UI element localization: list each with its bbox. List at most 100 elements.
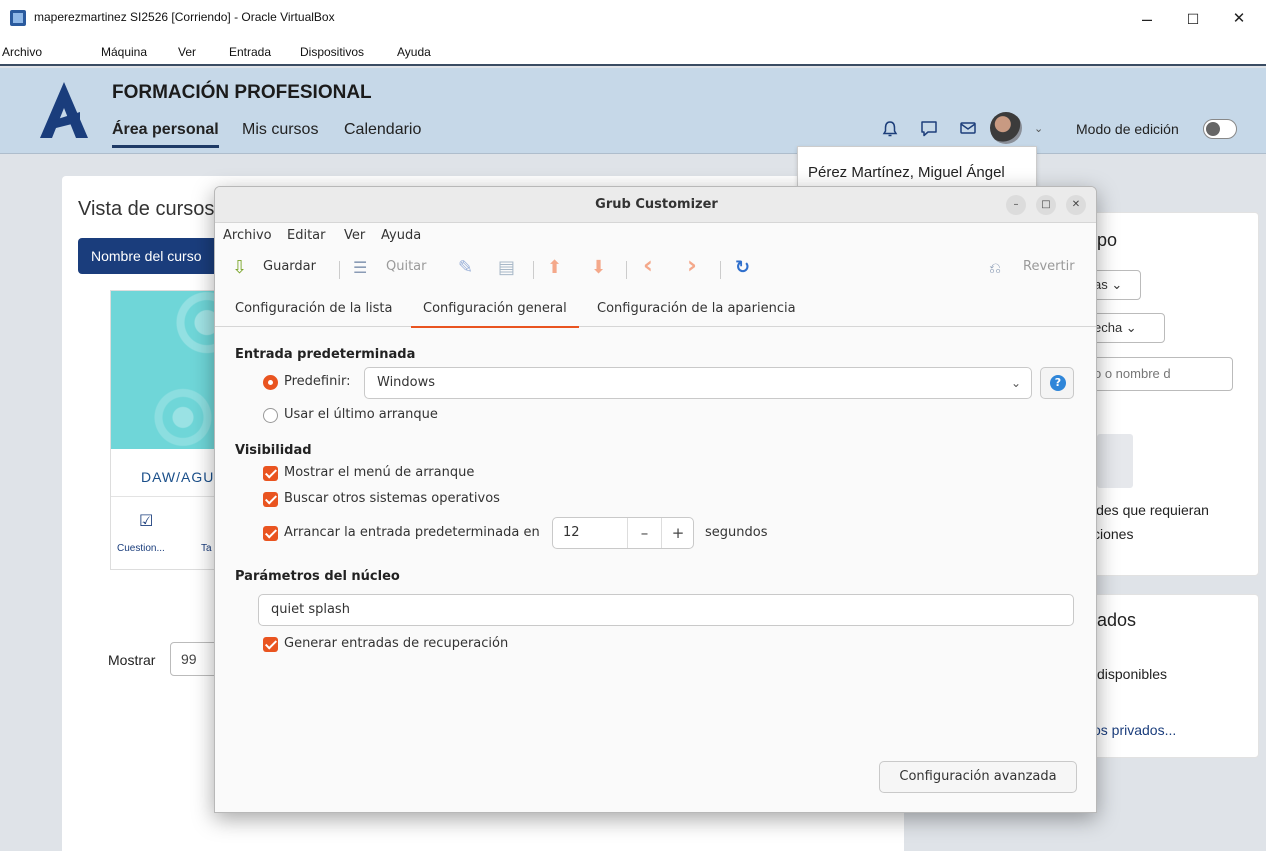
vbox-menu-ayuda[interactable]: Ayuda: [397, 45, 431, 59]
move-up-icon[interactable]: ⬆: [547, 257, 562, 279]
nav-mis-cursos[interactable]: Mis cursos: [242, 121, 318, 139]
kernel-parameters-section-title: Parámetros del núcleo: [235, 569, 400, 584]
quiz-label[interactable]: Cuestion...: [117, 543, 165, 554]
timeline-search-input[interactable]: o o nombre d: [1085, 357, 1233, 391]
grub-toolbar: ⇩ Guardar ☰ Quitar ✎ ▤ ⬆ ⬇ ‹ › ↻ ⎌ Rever…: [215, 249, 1096, 289]
notifications-bell-icon[interactable]: [882, 120, 898, 138]
vbox-close-button[interactable]: ✕: [1216, 6, 1262, 32]
vbox-menu-archivo[interactable]: Archivo: [2, 45, 42, 59]
course-card[interactable]: DAW/AGU ☑ Cuestion... Ta: [110, 290, 230, 570]
grub-close-button[interactable]: ✕: [1066, 195, 1086, 215]
timeout-value[interactable]: 12: [563, 525, 580, 540]
vbox-menu-dispositivos[interactable]: Dispositivos: [300, 45, 364, 59]
manage-private-files-link[interactable]: os privados...: [1093, 722, 1176, 738]
recovery-entries-checkbox[interactable]: [263, 637, 278, 652]
grub-menu-ayuda[interactable]: Ayuda: [381, 228, 421, 243]
user-avatar[interactable]: [990, 112, 1022, 144]
user-fullname-tooltip: Pérez Martínez, Miguel Ángel: [797, 146, 1037, 190]
moodle-header: FORMACIÓN PROFESIONAL Área personal Mis …: [0, 68, 1266, 154]
course-image[interactable]: [111, 291, 229, 449]
timeline-sort-filter[interactable]: echa ⌄: [1085, 313, 1165, 343]
edit-mode-toggle[interactable]: [1203, 119, 1237, 139]
timeline-title: po: [1097, 230, 1118, 250]
advanced-settings-button[interactable]: Configuración avanzada: [879, 761, 1077, 793]
toolbar-separator: [533, 261, 534, 279]
nav-calendario[interactable]: Calendario: [344, 121, 421, 139]
divider: [111, 496, 229, 497]
predefined-radio[interactable]: [263, 375, 278, 390]
recovery-entries-label[interactable]: Generar entradas de recuperación: [284, 636, 508, 651]
default-entry-select[interactable]: Windows ⌄: [364, 367, 1032, 399]
grub-menu-ver[interactable]: Ver: [344, 228, 365, 243]
grub-customizer-window: Grub Customizer – □ ✕ Archivo Editar Ver…: [214, 186, 1097, 813]
last-boot-radio[interactable]: [263, 408, 278, 423]
refresh-icon[interactable]: ↻: [735, 257, 750, 279]
revert-button[interactable]: Revertir: [1023, 259, 1075, 274]
tab-general-configuration[interactable]: Configuración general: [411, 301, 579, 328]
grub-minimize-button[interactable]: –: [1006, 195, 1026, 215]
seconds-label: segundos: [705, 525, 768, 540]
items-per-page-select[interactable]: 99: [170, 642, 220, 676]
vbox-menu-entrada[interactable]: Entrada: [229, 45, 271, 59]
new-entry-icon[interactable]: ▤: [498, 257, 515, 279]
move-right-icon[interactable]: ›: [687, 253, 697, 277]
tab-appearance-configuration[interactable]: Configuración de la apariencia: [597, 301, 796, 326]
vbox-maximize-button[interactable]: ☐: [1170, 6, 1216, 32]
remove-icon[interactable]: ☰: [353, 257, 367, 279]
vbox-menu-ver[interactable]: Ver: [178, 45, 196, 59]
no-activity-illustration-icon: [1097, 434, 1133, 488]
course-name-link[interactable]: DAW/AGU: [141, 469, 214, 485]
vbox-titlebar: maperezmartinez SI2526 [Corriendo] - Ora…: [0, 0, 1266, 38]
nav-area-personal[interactable]: Área personal: [112, 121, 219, 148]
timeout-decrement-button[interactable]: –: [627, 518, 661, 548]
grub-maximize-button[interactable]: □: [1036, 195, 1056, 215]
quiz-icon[interactable]: ☑: [139, 511, 153, 530]
timeout-stepper[interactable]: 12 – +: [552, 517, 694, 549]
timeline-empty-line-1: ides que requieran: [1093, 502, 1209, 518]
show-menu-label[interactable]: Mostrar el menú de arranque: [284, 465, 474, 480]
vbox-window-title: maperezmartinez SI2526 [Corriendo] - Ora…: [34, 10, 335, 24]
tab-list-configuration[interactable]: Configuración de la lista: [235, 301, 393, 326]
grub-menubar: Archivo Editar Ver Ayuda: [215, 223, 1096, 249]
virtualbox-logo-icon: [10, 10, 26, 26]
save-button[interactable]: Guardar: [263, 259, 316, 274]
edit-mode-label: Modo de edición: [1076, 121, 1179, 137]
vbox-minimize-button[interactable]: –: [1124, 6, 1170, 32]
help-icon[interactable]: [1040, 367, 1074, 399]
private-files-title: ados: [1097, 610, 1137, 630]
task-label[interactable]: Ta: [201, 543, 212, 554]
page-title: Vista de cursos: [78, 198, 215, 220]
user-menu-chevron-down-icon[interactable]: ⌄: [1034, 122, 1043, 135]
vbox-menu-maquina[interactable]: Máquina: [101, 45, 147, 59]
remove-button[interactable]: Quitar: [386, 259, 427, 274]
grub-tabbar: Configuración de la lista Configuración …: [215, 291, 1096, 328]
mail-icon[interactable]: [959, 120, 977, 136]
toolbar-separator: [339, 261, 340, 279]
kernel-parameters-input[interactable]: quiet splash: [258, 594, 1074, 626]
grub-window-title: Grub Customizer: [595, 197, 718, 212]
site-name[interactable]: FORMACIÓN PROFESIONAL: [112, 82, 372, 104]
search-os-checkbox[interactable]: [263, 492, 278, 507]
search-os-label[interactable]: Buscar otros sistemas operativos: [284, 491, 500, 506]
toolbar-separator: [626, 261, 627, 279]
save-icon[interactable]: ⇩: [232, 257, 247, 279]
messages-chat-icon[interactable]: [920, 120, 938, 138]
boot-default-label[interactable]: Arrancar la entrada predeterminada en: [284, 525, 540, 540]
revert-icon[interactable]: ⎌: [989, 257, 1001, 279]
boot-default-checkbox[interactable]: [263, 526, 278, 541]
grub-titlebar[interactable]: Grub Customizer – □ ✕: [215, 187, 1096, 223]
private-files-empty: disponibles: [1097, 666, 1168, 682]
default-entry-value: Windows: [377, 375, 436, 390]
last-boot-label[interactable]: Usar el último arranque: [284, 407, 438, 422]
grub-menu-editar[interactable]: Editar: [287, 228, 326, 243]
sort-by-course-name-button[interactable]: Nombre del curso: [78, 238, 228, 274]
andalucia-logo-icon[interactable]: [34, 82, 94, 138]
vbox-menubar: Archivo Máquina Ver Entrada Dispositivos…: [0, 38, 1266, 66]
predefined-label[interactable]: Predefinir:: [284, 374, 350, 389]
edit-pencil-icon[interactable]: ✎: [458, 257, 473, 279]
show-menu-checkbox[interactable]: [263, 466, 278, 481]
move-down-icon[interactable]: ⬇: [591, 257, 606, 279]
move-left-icon[interactable]: ‹: [643, 253, 653, 277]
grub-menu-archivo[interactable]: Archivo: [223, 228, 272, 243]
timeout-increment-button[interactable]: +: [661, 518, 694, 548]
